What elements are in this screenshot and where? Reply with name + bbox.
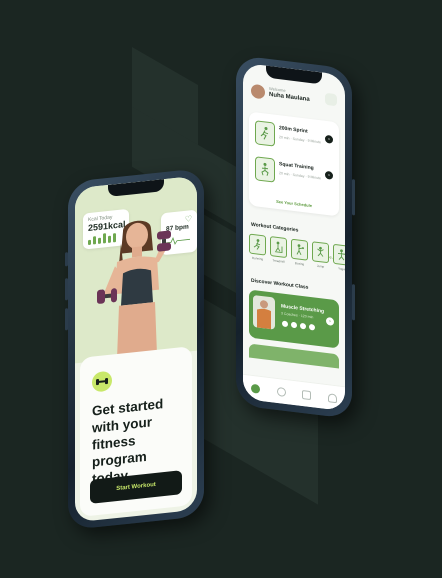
sprint-icon	[255, 120, 275, 147]
phone-notch	[266, 65, 322, 85]
schedule-card: 200m Sprint 20 min · Sunday · 9 Minute ›…	[249, 111, 339, 217]
category-item[interactable]: Yoga	[333, 243, 345, 274]
see-schedule-link[interactable]: See Your Schedule	[249, 195, 339, 211]
squat-icon	[255, 156, 275, 183]
phone-side-button	[65, 278, 68, 301]
phone-left: Kcal Today 2591kcal ♡ 87 bpm Get started…	[65, 167, 204, 531]
category-label: Jump	[316, 263, 325, 269]
onboarding-screen: Kcal Today 2591kcal ♡ 87 bpm Get started…	[75, 175, 197, 523]
chevron-right-icon[interactable]: ›	[325, 134, 333, 144]
schedule-item[interactable]: 200m Sprint 20 min · Sunday · 9 Minute ›	[255, 120, 333, 160]
category-item[interactable]: Treadmill	[270, 236, 287, 266]
categories-title: Workout Categories	[251, 221, 299, 234]
notification-icon[interactable]	[325, 92, 337, 107]
class-participants	[281, 319, 316, 332]
dumbbell-icon	[92, 370, 112, 393]
category-item[interactable]: Boxing	[291, 238, 308, 269]
schedule-title: 200m Sprint	[279, 125, 308, 135]
categories-list: Running Treadmill Boxing Jump Yoga	[249, 233, 345, 272]
home-icon[interactable]	[251, 383, 261, 394]
category-label: Running	[251, 255, 264, 262]
user-name: Nuha Maulana	[269, 91, 310, 103]
running-icon	[249, 233, 266, 256]
schedule-item[interactable]: Squat Training 20 min · Sunday · 9 Minut…	[255, 156, 333, 196]
jump-icon	[312, 241, 329, 264]
schedule-title: Squat Training	[279, 161, 314, 172]
chevron-right-icon[interactable]: ›	[325, 170, 333, 180]
category-label: Boxing	[294, 261, 305, 267]
workout-class-card-next[interactable]	[249, 343, 339, 369]
search-icon[interactable]	[276, 386, 286, 397]
phone-side-button	[65, 308, 68, 331]
phone-side-button	[65, 252, 68, 267]
phone-side-button	[352, 179, 355, 216]
category-label: Treadmill	[272, 258, 285, 264]
bottom-tab-bar	[243, 373, 345, 412]
treadmill-icon	[270, 236, 287, 259]
phone-right: Welcome Nuha Maulana 200m Sprint 20 min …	[236, 54, 355, 420]
phone-side-button	[352, 284, 355, 321]
home-screen: Welcome Nuha Maulana 200m Sprint 20 min …	[243, 62, 345, 412]
boxing-icon	[291, 238, 308, 261]
onboarding-card: Get started with your fitness program to…	[80, 346, 192, 517]
profile-icon[interactable]	[327, 392, 337, 403]
workout-class-card[interactable]: Muscle Stretching 3 Coaches · 120 min ›	[249, 289, 339, 349]
schedule-meta: 20 min · Sunday · 9 Minute	[279, 135, 322, 145]
category-item[interactable]: Running	[249, 233, 266, 263]
home-header: Welcome Nuha Maulana	[251, 82, 337, 117]
avatar[interactable]	[251, 83, 265, 100]
category-item[interactable]: Jump	[312, 241, 329, 271]
discover-title: Discover Workout Class	[251, 277, 309, 291]
chevron-right-icon[interactable]: ›	[326, 316, 334, 326]
woman-with-dumbbells	[97, 220, 171, 359]
category-label: Yoga	[338, 266, 345, 272]
dumbbell-right	[157, 230, 171, 252]
calendar-icon[interactable]	[302, 389, 312, 400]
class-photo	[253, 294, 275, 330]
schedule-meta: 20 min · Sunday · 9 Minute	[279, 171, 322, 181]
yoga-icon	[333, 243, 345, 266]
hero-image: Kcal Today 2591kcal ♡ 87 bpm	[75, 175, 197, 364]
